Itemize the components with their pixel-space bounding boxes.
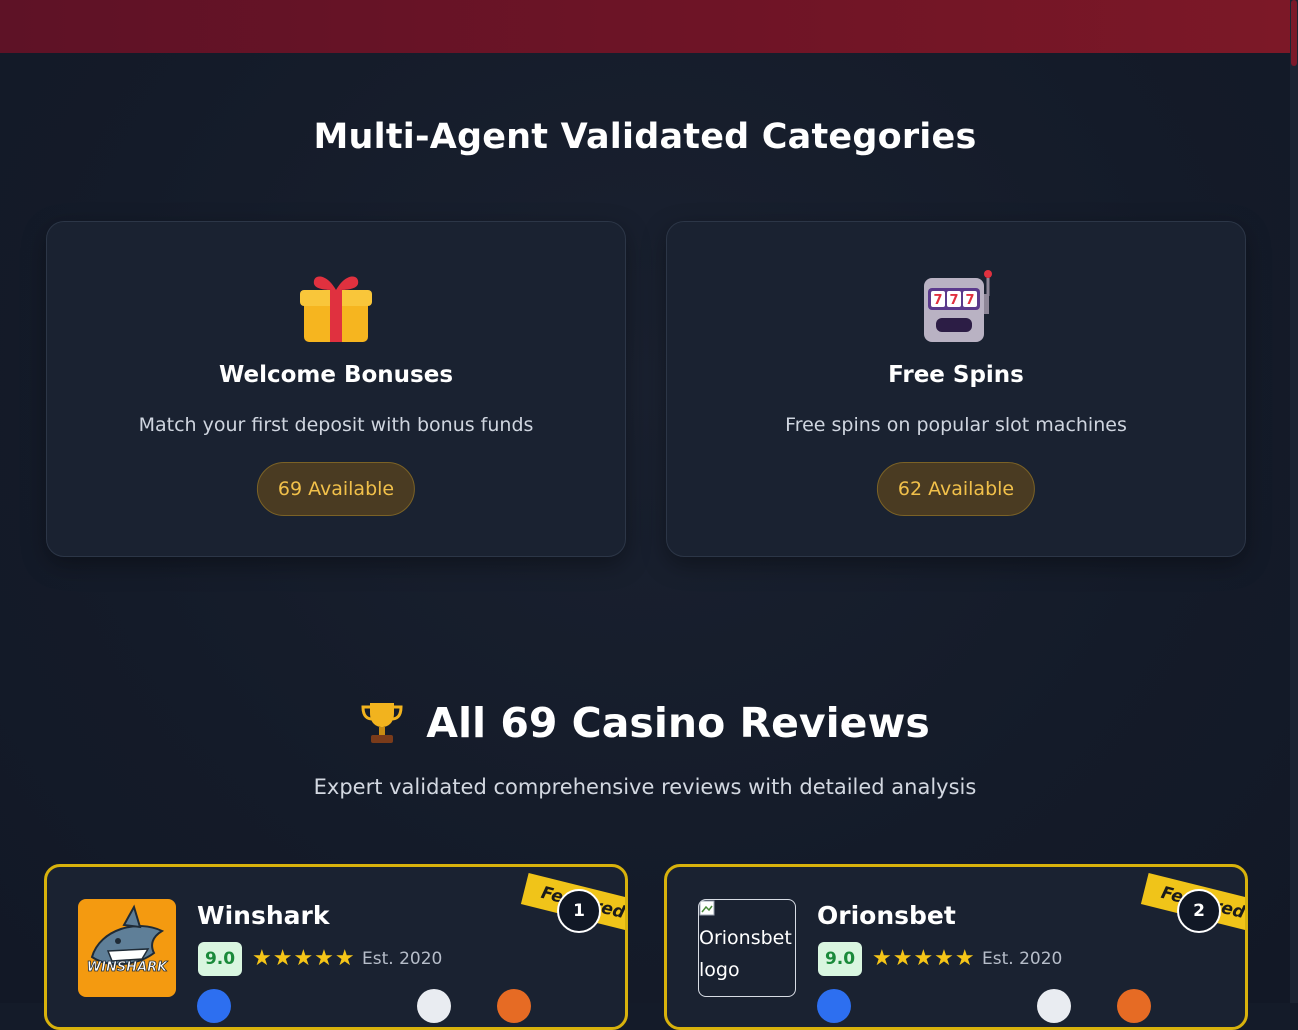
rank-badge: 2: [1177, 889, 1221, 933]
scrollbar[interactable]: [1290, 0, 1298, 1003]
casino-logo[interactable]: Orionsbet logo: [698, 899, 796, 997]
reviews-title-text: All 69 Casino Reviews: [426, 699, 930, 747]
logo-wordmark: WINSHARK: [87, 960, 168, 975]
category-description: Free spins on popular slot machines: [785, 414, 1127, 436]
casino-logo[interactable]: WINSHARK: [78, 899, 176, 997]
star-rating: ★★★★★: [252, 946, 356, 971]
svg-text:7: 7: [949, 293, 958, 308]
casino-name[interactable]: Orionsbet: [817, 901, 956, 930]
main-content: Multi-Agent Validated Categories Welcome…: [0, 53, 1290, 1030]
reviews-subtitle: Expert validated comprehensive reviews w…: [313, 775, 977, 799]
feature-icon: [497, 989, 531, 1023]
casino-review-card[interactable]: Featured 1 WINSHARK Winshark 9.0 ★★★★★ E…: [44, 864, 628, 1030]
feature-icon: [417, 989, 451, 1023]
categories-title: Multi-Agent Validated Categories: [313, 117, 977, 157]
established-year: Est. 2020: [982, 949, 1063, 969]
feature-icon: [1117, 989, 1151, 1023]
svg-text:7: 7: [933, 293, 942, 308]
available-count-badge[interactable]: 62 Available: [876, 462, 1036, 516]
category-name: Free Spins: [888, 362, 1024, 388]
casino-review-card[interactable]: Featured 2 Orionsbet logo Orionsbet 9.0 …: [664, 864, 1248, 1030]
casino-name[interactable]: Winshark: [197, 901, 329, 930]
rating-score: 9.0: [198, 942, 242, 976]
logo-alt-text: Orionsbet logo: [699, 927, 792, 981]
trophy-icon: [361, 703, 403, 743]
available-count-badge[interactable]: 69 Available: [256, 462, 416, 516]
slot-machine-icon: 7 7 7: [924, 270, 992, 342]
feature-icon: [817, 989, 851, 1023]
category-description: Match your first deposit with bonus fund…: [138, 414, 534, 436]
feature-icon: [197, 989, 231, 1023]
category-card-free-spins[interactable]: 7 7 7 Free Spins Free spins on popular s…: [666, 221, 1246, 557]
broken-image-icon: [699, 900, 715, 916]
shark-icon: WINSHARK: [86, 904, 169, 975]
reviews-title: All 69 Casino Reviews: [0, 699, 1290, 749]
category-name: Welcome Bonuses: [218, 362, 454, 388]
svg-text:7: 7: [965, 293, 974, 308]
feature-icon: [1037, 989, 1071, 1023]
rating-score: 9.0: [818, 942, 862, 976]
top-header-bar: [0, 0, 1290, 53]
established-year: Est. 2020: [362, 949, 443, 969]
category-card-welcome-bonuses[interactable]: Welcome Bonuses Match your first deposit…: [46, 221, 626, 557]
rank-badge: 1: [557, 889, 601, 933]
gift-icon: [300, 276, 372, 342]
star-rating: ★★★★★: [872, 946, 976, 971]
scrollbar-thumb[interactable]: [1291, 0, 1297, 66]
